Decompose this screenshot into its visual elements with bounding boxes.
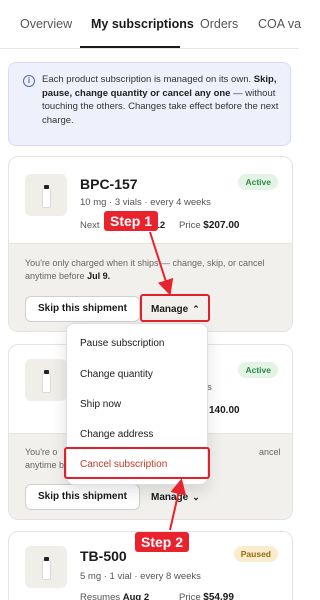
step2-arrow [169,478,187,531]
annotation-arrows [149,231,187,531]
step2-label: Step 2 [135,532,190,552]
step1-arrow [149,231,174,296]
step1-label: Step 1 [104,211,159,231]
